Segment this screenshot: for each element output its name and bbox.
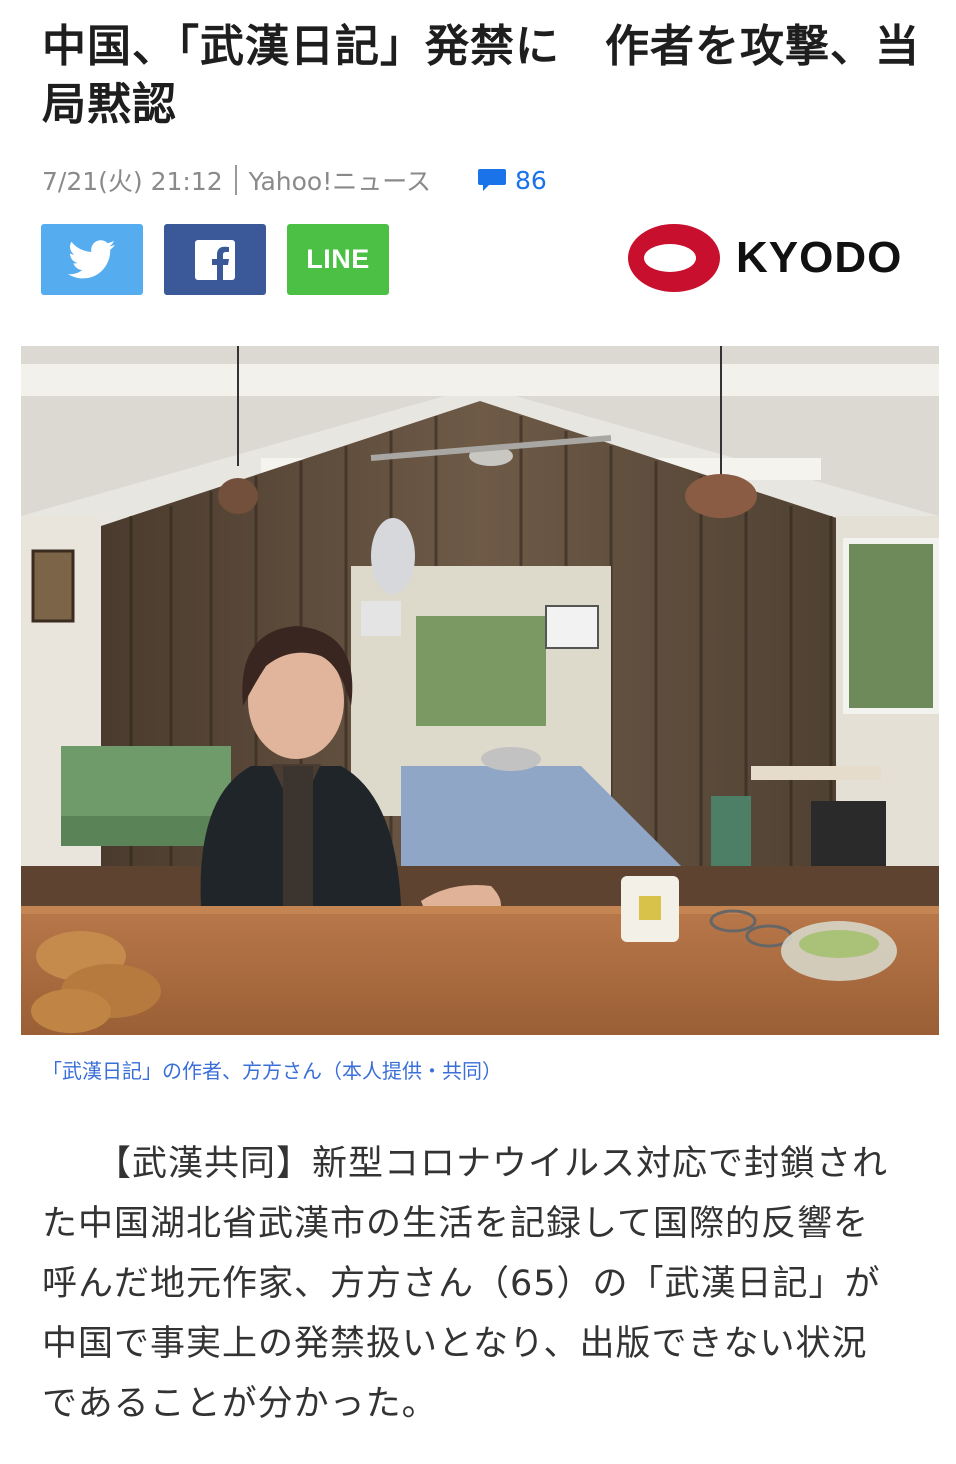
article-body: 【武漢共同】新型コロナウイルス対応で封鎖された中国湖北省武漢市の生活を記録して国… (42, 1144, 889, 1424)
facebook-f-icon (195, 239, 235, 281)
article-meta: 7/21(火) 21:12 Yahoo!ニュース 86 (42, 160, 547, 200)
share-twitter-button[interactable] (41, 224, 143, 295)
article-headline: 中国、「武漢日記」発禁に 作者を攻撃、当局黙認 (42, 21, 920, 130)
publisher-logo: KYODO (626, 222, 902, 294)
kyodo-logo-icon (628, 224, 720, 292)
share-line-button[interactable]: LINE (287, 224, 389, 295)
share-facebook-button[interactable] (164, 224, 266, 295)
article-date: 7/21(火) 21:12 (42, 167, 223, 196)
article-source: Yahoo!ニュース (248, 167, 431, 196)
photo-illustration (21, 346, 939, 1035)
comment-count: 86 (515, 165, 547, 195)
meta-divider (234, 165, 237, 195)
comment-bubble-icon (478, 169, 506, 191)
comments-link[interactable]: 86 (477, 166, 547, 195)
publisher-name: KYODO (736, 233, 903, 282)
article-photo (21, 346, 939, 1035)
share-buttons: LINE (41, 224, 389, 295)
twitter-bird-icon (68, 239, 116, 278)
photo-caption: 「武漢日記」の作者、方方さん（本人提供・共同） (42, 1059, 502, 1083)
line-label: LINE (306, 244, 370, 274)
